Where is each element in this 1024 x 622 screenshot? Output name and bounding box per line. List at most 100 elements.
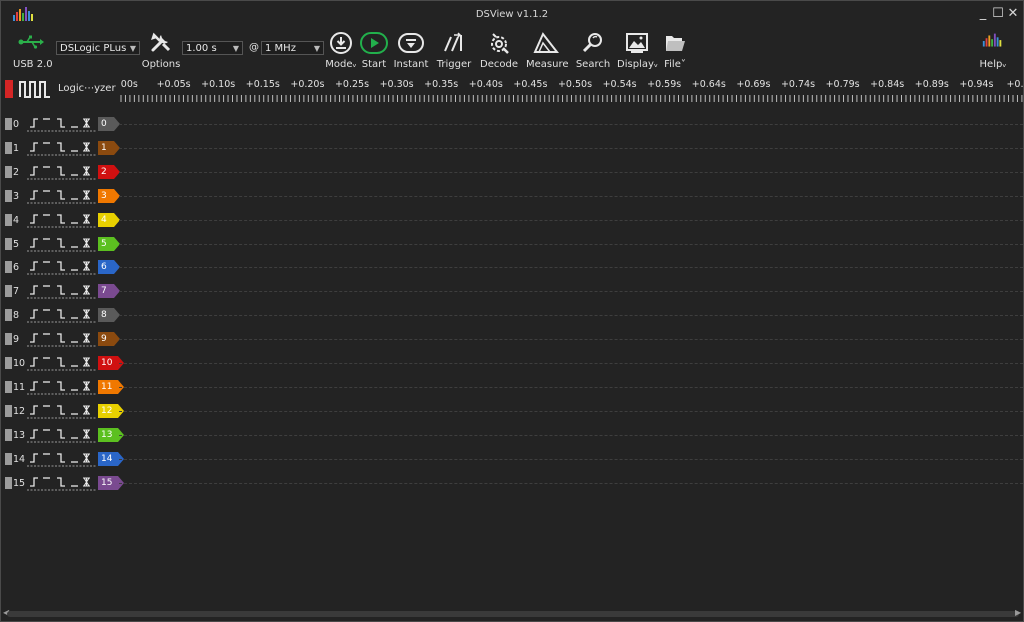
channel-trigger-options[interactable]	[27, 403, 97, 419]
horizontal-scrollbar[interactable]	[7, 611, 1019, 617]
channel-row: 00	[1, 112, 1023, 136]
channel-select-handle[interactable]	[5, 333, 12, 346]
rising-edge-icon	[30, 118, 38, 128]
scroll-right-icon[interactable]: ▶	[1015, 608, 1021, 617]
channel-select-handle[interactable]	[5, 452, 12, 465]
measure-button[interactable]: Measure	[526, 29, 569, 73]
minimize-button[interactable]: _	[977, 7, 989, 21]
channel-row: 99	[1, 327, 1023, 351]
falling-edge-icon	[57, 309, 65, 319]
search-button[interactable]: Search	[573, 29, 613, 73]
falling-edge-icon	[57, 166, 65, 176]
file-button[interactable]: File˅	[655, 29, 695, 73]
channel-trigger-options[interactable]	[27, 188, 97, 204]
channel-select-handle[interactable]	[5, 165, 12, 178]
channel-trigger-options[interactable]	[27, 379, 97, 395]
channel-select-handle[interactable]	[5, 476, 12, 489]
channel-trigger-options[interactable]	[27, 164, 97, 180]
channel-trigger-options[interactable]	[27, 307, 97, 323]
channel-trigger-options[interactable]	[27, 140, 97, 156]
falling-edge-icon	[57, 118, 65, 128]
channel-trace[interactable]	[119, 291, 1023, 293]
channel-select-handle[interactable]	[5, 237, 12, 250]
channel-select-handle[interactable]	[5, 261, 12, 274]
channel-trigger-options[interactable]	[27, 427, 97, 443]
channel-trace[interactable]	[119, 458, 1023, 460]
maximize-button[interactable]: ☐	[992, 7, 1004, 21]
ruler-tick-label: +0.10s	[201, 79, 236, 90]
help-button[interactable]: Helpᵥ	[973, 29, 1013, 73]
decode-label: Decode	[480, 59, 518, 70]
channel-trace[interactable]	[119, 386, 1023, 388]
channel-select-handle[interactable]	[5, 285, 12, 298]
channel-row: 14 14	[1, 447, 1023, 471]
channel-trigger-options[interactable]	[27, 116, 97, 132]
channel-trace[interactable]	[119, 482, 1023, 484]
channel-trace[interactable]	[119, 171, 1023, 173]
channel-trace[interactable]	[119, 363, 1023, 364]
close-button[interactable]: ✕	[1007, 7, 1019, 21]
ruler-tick-label: +0.30s	[379, 79, 414, 90]
rising-edge-icon	[30, 405, 38, 415]
channel-trigger-options[interactable]	[27, 331, 97, 347]
channel-trace[interactable]	[119, 147, 1023, 149]
channel-select-handle[interactable]	[5, 428, 12, 441]
channel-tag-label: 2	[101, 166, 107, 177]
logic-analyzer-icon	[19, 81, 50, 98]
rising-edge-icon	[30, 166, 38, 176]
search-label: Search	[575, 59, 611, 70]
channel-select-handle[interactable]	[5, 404, 12, 417]
channel-trace[interactable]	[119, 339, 1023, 341]
channel-index: 12	[13, 405, 26, 417]
chevron-down-icon: ▼	[232, 44, 239, 53]
channel-select-handle[interactable]	[5, 309, 12, 322]
channel-trigger-options[interactable]	[27, 212, 97, 228]
group-marker[interactable]	[5, 80, 13, 98]
channel-select-handle[interactable]	[5, 189, 12, 202]
channel-select-handle[interactable]	[5, 141, 12, 154]
channel-index: 14	[13, 453, 26, 465]
channel-select-handle[interactable]	[5, 380, 12, 393]
channel-trigger-options[interactable]	[27, 283, 97, 299]
samplerate-select[interactable]: 1 MHz ▼	[261, 41, 324, 55]
duration-select[interactable]: 1.00 s ▼	[182, 41, 243, 55]
channel-trigger-options[interactable]	[27, 236, 97, 252]
rising-edge-icon	[30, 237, 38, 248]
channel-trace[interactable]	[119, 124, 1023, 125]
channel-trigger-options[interactable]	[27, 355, 97, 371]
channel-row: 33	[1, 184, 1023, 208]
channel-row: 77	[1, 279, 1023, 303]
channel-trace[interactable]	[119, 267, 1023, 269]
channel-trace[interactable]	[119, 219, 1023, 221]
display-button[interactable]: Displayᵥ	[617, 29, 658, 73]
start-button[interactable]: Start	[354, 29, 394, 73]
channel-trace[interactable]	[119, 195, 1023, 197]
channel-trigger-options[interactable]	[27, 475, 97, 491]
help-logo-icon	[982, 33, 1002, 47]
channel-trace[interactable]	[119, 243, 1023, 245]
ruler-tick-label: +0.40s	[468, 79, 503, 90]
device-select[interactable]: DSLogic PLus ▼	[56, 41, 140, 55]
ruler-tick-label: +0.25s	[334, 79, 370, 90]
falling-edge-icon	[57, 476, 65, 487]
channel-tag-label: 14	[101, 453, 113, 464]
decode-button[interactable]: Decode	[479, 29, 519, 73]
any-edge-icon	[83, 309, 90, 319]
rising-edge-icon	[30, 285, 38, 295]
at-label: @	[249, 42, 259, 53]
channel-select-handle[interactable]	[5, 118, 12, 130]
channel-row: 11	[1, 136, 1023, 160]
options-button[interactable]: Options	[141, 29, 181, 73]
channel-row: 55	[1, 232, 1023, 256]
channel-trace[interactable]	[119, 315, 1023, 317]
channel-select-handle[interactable]	[5, 357, 12, 369]
time-ruler[interactable]: • 00s +0.05s +0.10s +0.15s +0.20s +0.25s +0.30…	[119, 74, 1023, 104]
channel-select-handle[interactable]	[5, 213, 12, 226]
falling-edge-icon	[57, 213, 65, 224]
channel-trigger-options[interactable]	[27, 451, 97, 467]
channel-trigger-options[interactable]	[27, 259, 97, 275]
channel-trace[interactable]	[119, 410, 1023, 412]
channel-trace[interactable]	[119, 434, 1023, 436]
instant-button[interactable]: Instant	[391, 29, 431, 73]
trigger-button[interactable]: Trigger	[434, 29, 474, 73]
